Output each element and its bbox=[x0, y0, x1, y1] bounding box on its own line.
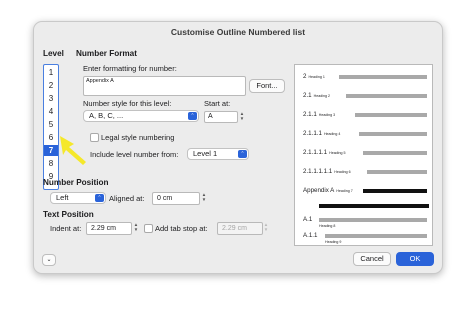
preview-text-bar bbox=[363, 151, 427, 155]
pointer-arrow-icon bbox=[60, 136, 86, 165]
number-format-field[interactable]: Appendix A bbox=[83, 76, 246, 96]
preview-number: 2.1.1.1 bbox=[303, 130, 322, 137]
indent-at-label: Indent at: bbox=[50, 224, 82, 233]
preview-row-7: Appendix A Heading 7 bbox=[303, 187, 429, 195]
preview-number: A.1.1 bbox=[303, 232, 318, 239]
aligned-at-value: 0 cm bbox=[157, 194, 173, 202]
level-item-8[interactable]: 8 bbox=[44, 158, 58, 169]
preview-text-bar bbox=[363, 189, 427, 193]
number-format-value: Appendix A bbox=[86, 78, 114, 84]
tab-stop-field[interactable]: 2.29 cm bbox=[217, 222, 263, 235]
enter-formatting-label: Enter formatting for number: bbox=[83, 64, 177, 73]
preview-row-8: A.1 Heading 8 bbox=[303, 216, 429, 228]
preview-heading: Heading 9 bbox=[325, 240, 342, 244]
collapse-button[interactable]: ⌄ bbox=[42, 254, 56, 266]
tab-stop-stepper-icon[interactable]: ▲ ▼ bbox=[263, 222, 269, 232]
font-button[interactable]: Font... bbox=[249, 79, 285, 93]
text-position-heading: Text Position bbox=[43, 210, 94, 219]
level-item-5[interactable]: 5 bbox=[44, 119, 58, 130]
include-level-value: Level 1 bbox=[193, 149, 218, 158]
preview-text-bar bbox=[355, 113, 427, 117]
include-level-label: Include level number from: bbox=[90, 150, 179, 159]
preview-number: A.1 bbox=[303, 216, 313, 223]
preview-row-1: 2 Heading 1 bbox=[303, 73, 429, 81]
chevron-down-icon: ⌄ bbox=[46, 257, 52, 263]
aligned-at-field[interactable]: 0 cm bbox=[152, 192, 200, 205]
aligned-at-stepper-icon[interactable]: ▲ ▼ bbox=[201, 192, 207, 202]
preview-row-4: 2.1.1.1 Heading 4 bbox=[303, 130, 429, 138]
ok-button[interactable]: OK bbox=[396, 252, 434, 266]
indent-at-value: 2.29 cm bbox=[91, 224, 116, 232]
cancel-button[interactable]: Cancel bbox=[353, 252, 391, 266]
level-list[interactable]: 1 2 3 4 5 6 7 8 9 bbox=[43, 64, 59, 190]
preview-number: 2 bbox=[303, 73, 307, 80]
number-position-heading: Number Position bbox=[43, 178, 109, 187]
preview-text-bar bbox=[319, 204, 429, 208]
chevron-updown-icon: ⌃ bbox=[238, 150, 247, 158]
preview-heading: Heading 7 bbox=[336, 189, 353, 193]
number-format-heading: Number Format bbox=[76, 49, 137, 58]
start-at-field[interactable]: A bbox=[204, 111, 238, 123]
preview-text-bar bbox=[325, 234, 427, 238]
preview-row-9: A.1.1 Heading 9 bbox=[303, 232, 429, 244]
preview-heading: Heading 1 bbox=[308, 75, 325, 79]
dialog-title: Customise Outline Numbered list bbox=[170, 27, 306, 37]
chevron-updown-icon: ⌃ bbox=[188, 112, 197, 120]
legal-style-checkbox[interactable] bbox=[90, 133, 99, 142]
preview-heading: Heading 8 bbox=[319, 224, 336, 228]
number-style-label: Number style for this level: bbox=[83, 99, 172, 108]
preview-number: Appendix A bbox=[303, 187, 335, 194]
preview-number: 2.1.1.1.1 bbox=[303, 149, 328, 156]
level-item-3[interactable]: 3 bbox=[44, 93, 58, 104]
preview-heading: Heading 3 bbox=[318, 113, 336, 117]
level-item-2[interactable]: 2 bbox=[44, 80, 58, 91]
level-item-4[interactable]: 4 bbox=[44, 106, 58, 117]
start-at-stepper-icon[interactable]: ▲ ▼ bbox=[239, 111, 245, 121]
number-style-popup[interactable]: A, B, C, ... ⌃ bbox=[83, 110, 199, 122]
level-label: Level bbox=[43, 49, 64, 58]
level-item-1[interactable]: 1 bbox=[44, 67, 58, 78]
preview-text-bar bbox=[346, 94, 427, 98]
level-item-7-selected[interactable]: 7 bbox=[44, 145, 58, 156]
include-level-popup[interactable]: Level 1 ⌃ bbox=[187, 148, 249, 160]
alignment-popup[interactable]: Left ⌃ bbox=[50, 192, 106, 204]
preview-heading: Heading 5 bbox=[329, 151, 346, 155]
preview-row-5: 2.1.1.1.1 Heading 5 bbox=[303, 149, 429, 157]
add-tab-stop-label: Add tab stop at: bbox=[155, 224, 208, 233]
preview-number: 2.1.1.1.1.1 bbox=[303, 168, 333, 175]
indent-at-stepper-icon[interactable]: ▲ ▼ bbox=[133, 222, 139, 232]
preview-heading: Heading 2 bbox=[313, 94, 330, 98]
tab-stop-value: 2.29 cm bbox=[222, 224, 247, 232]
preview-row-2: 2.1 Heading 2 bbox=[303, 92, 429, 100]
preview-row-3: 2.1.1 Heading 3 bbox=[303, 111, 429, 119]
level-item-6[interactable]: 6 bbox=[44, 132, 58, 143]
preview-pane: 2 Heading 1 2.1 Heading 2 2.1.1 Heading 3 2… bbox=[294, 64, 433, 246]
start-at-value: A bbox=[208, 113, 213, 120]
alignment-value: Left bbox=[56, 193, 69, 202]
preview-heading: Heading 4 bbox=[323, 132, 341, 136]
preview-row-6: 2.1.1.1.1.1 Heading 6 bbox=[303, 168, 429, 176]
preview-text-bar bbox=[367, 170, 427, 174]
number-style-value: A, B, C, ... bbox=[89, 111, 124, 120]
preview-number: 2.1.1 bbox=[303, 111, 317, 118]
preview-text-bar bbox=[359, 132, 427, 136]
preview-number: 2.1 bbox=[303, 92, 312, 99]
add-tab-stop-checkbox[interactable] bbox=[144, 224, 153, 233]
chevron-updown-icon: ⌃ bbox=[95, 194, 104, 202]
legal-style-label: Legal style numbering bbox=[101, 133, 175, 142]
indent-at-field[interactable]: 2.29 cm bbox=[86, 222, 132, 235]
preview-text-bar bbox=[319, 218, 427, 222]
start-at-label: Start at: bbox=[204, 99, 231, 108]
preview-heading: Heading 6 bbox=[334, 170, 351, 174]
preview-text-bar bbox=[339, 75, 427, 79]
customise-outline-dialog: Customise Outline Numbered list Level 1 … bbox=[33, 21, 443, 274]
aligned-at-label: Aligned at: bbox=[109, 194, 145, 203]
